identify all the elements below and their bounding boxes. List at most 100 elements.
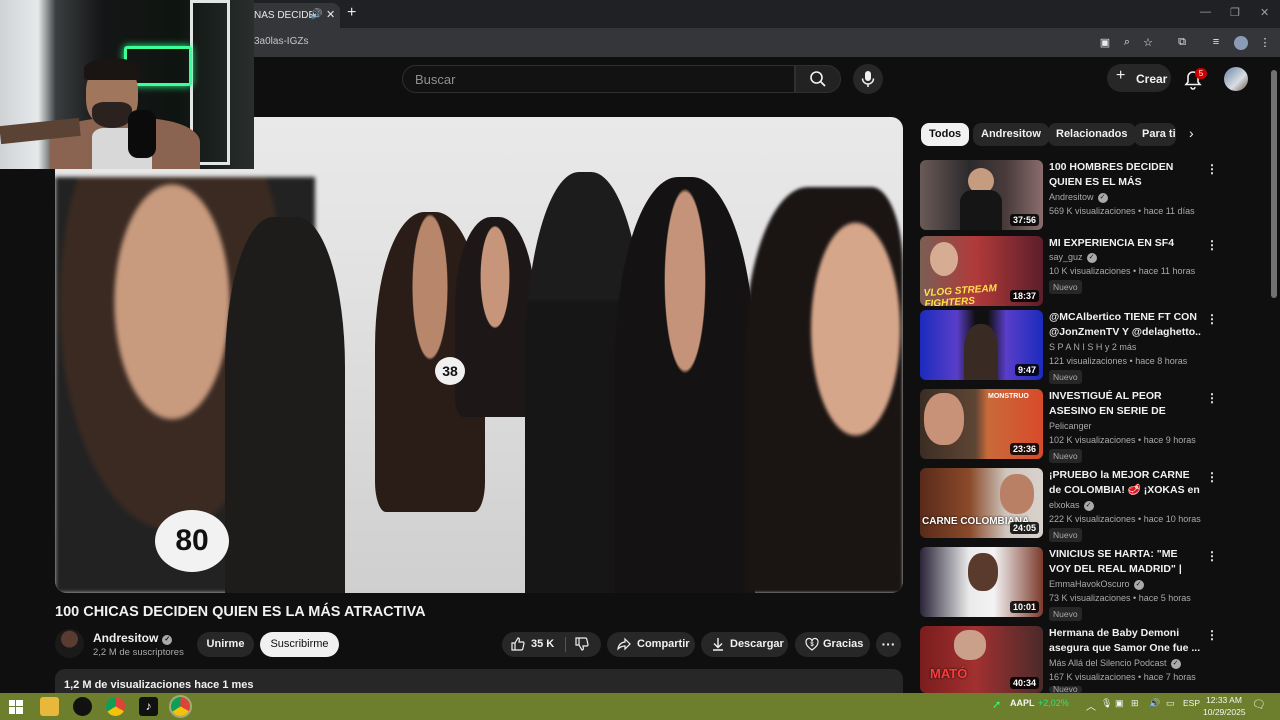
network-icon[interactable]: ⊞ [1131, 698, 1139, 709]
zoom-icon[interactable]: ⌕ [1120, 36, 1134, 50]
channel-label[interactable]: say_guz [1049, 252, 1083, 262]
more-actions-button[interactable]: ··· [876, 632, 901, 657]
recommendation-channel[interactable]: Andresitow ✓ [1049, 192, 1108, 203]
recommendation-channel[interactable]: Más Allá del Silencio Podcast ✓ [1049, 658, 1181, 669]
media-icon[interactable]: ≡ [1209, 36, 1223, 50]
video-thumbnail[interactable]: MONSTRUO 23:36 [920, 389, 1043, 459]
kebab-menu-icon[interactable]: ⋮ [1206, 628, 1218, 642]
video-thumbnail[interactable]: 10:01 [920, 547, 1043, 617]
windows-start-icon[interactable] [9, 700, 23, 714]
restore-icon[interactable]: ❐ [1230, 6, 1240, 19]
tab-close-icon[interactable]: ✕ [326, 8, 335, 21]
recommendation-title[interactable]: 100 HOMBRES DECIDEN QUIEN ES EL MÁS ATRA… [1049, 160, 1201, 189]
volume-icon[interactable]: 🔊 [1149, 698, 1160, 709]
video-thumbnail[interactable]: VLOG STREAM FIGHTERS 18:37 [920, 236, 1043, 306]
clock-time[interactable]: 12:33 AM [1206, 695, 1242, 705]
new-tab-icon[interactable]: + [347, 4, 356, 22]
recommendation-item[interactable]: 10:01 VINICIUS SE HARTA: "ME VOY DEL REA… [920, 547, 1220, 621]
recommendation-channel[interactable]: S P A N I S H y 2 más [1049, 342, 1136, 352]
views-and-date: 1,2 M de visualizaciones hace 1 mes [64, 679, 254, 691]
close-window-icon[interactable]: ✕ [1260, 6, 1269, 19]
like-dislike-group: 35 K [502, 632, 601, 657]
chrome-icon[interactable] [106, 697, 125, 716]
profile-icon[interactable] [1234, 36, 1248, 50]
channel-label[interactable]: Más Allá del Silencio Podcast [1049, 658, 1167, 668]
share-button[interactable]: Compartir [607, 632, 695, 657]
recommendation-channel[interactable]: say_guz ✓ [1049, 252, 1097, 263]
kebab-menu-icon[interactable]: ⋮ [1206, 470, 1218, 484]
recommendation-item[interactable]: 37:56 100 HOMBRES DECIDEN QUIEN ES EL MÁ… [920, 160, 1220, 232]
kebab-menu-icon[interactable]: ⋮ [1206, 549, 1218, 563]
chevron-right-icon[interactable]: › [1189, 125, 1194, 141]
microphone-tray-icon[interactable]: 🎙 [1101, 698, 1112, 709]
kebab-menu-icon[interactable]: ⋮ [1206, 312, 1218, 326]
dislike-icon[interactable] [574, 636, 590, 652]
recommendation-title[interactable]: Hermana de Baby Demoni asegura que Samor… [1049, 626, 1201, 655]
chip-todos[interactable]: Todos [921, 123, 970, 146]
search-button[interactable] [795, 65, 841, 93]
recommendation-item[interactable]: MONSTRUO 23:36 INVESTIGUÉ AL PEOR ASESIN… [920, 389, 1220, 463]
recommendation-item[interactable]: CARNE COLOMBIANA 24:05 ¡PRUEBO la MEJOR … [920, 468, 1220, 542]
recommendation-title[interactable]: MI EXPERIENCIA EN SF4 [1049, 236, 1201, 251]
video-thumbnail[interactable]: 9:47 [920, 310, 1043, 380]
chrome-active-icon[interactable] [169, 695, 192, 718]
browser-tab[interactable]: ÑAS DECIDEN Q 🔊 ✕ [246, 3, 340, 28]
recommendation-title[interactable]: VINICIUS SE HARTA: "ME VOY DEL REAL MADR… [1049, 547, 1201, 576]
tiktok-icon[interactable]: ♪ [139, 697, 158, 716]
tray-chevron-icon[interactable]: ︿ [1086, 698, 1096, 713]
recommendation-item[interactable]: 9:47 @MCAlbertico TIENE FT CON @JonZmenT… [920, 310, 1220, 384]
channel-avatar[interactable] [55, 629, 84, 658]
bookmark-star-icon[interactable]: ☆ [1141, 36, 1155, 50]
video-thumbnail[interactable]: MATÓ 40:34 [920, 626, 1043, 693]
thumbnail-face [968, 553, 998, 591]
recommendation-title[interactable]: INVESTIGUÉ AL PEOR ASESINO EN SERIE DE C… [1049, 389, 1201, 418]
extensions-icon[interactable]: ⧉ [1175, 36, 1189, 50]
language-indicator[interactable]: ESP [1183, 698, 1200, 708]
clock-date[interactable]: 10/29/2025 [1203, 707, 1246, 717]
chip-relacionados[interactable]: Relacionados [1048, 123, 1136, 146]
app-icon[interactable] [73, 697, 92, 716]
channel-name-row[interactable]: Andresitow ✓ [93, 631, 173, 645]
join-button[interactable]: Unirme [197, 632, 254, 657]
recommendation-channel[interactable]: EmmaHavokOscuro ✓ [1049, 579, 1144, 590]
channel-label[interactable]: elxokas [1049, 500, 1080, 510]
kebab-menu-icon[interactable]: ⋮ [1206, 162, 1218, 176]
recommendation-meta: 10 K visualizaciones • hace 11 horas [1049, 266, 1196, 276]
channel-label[interactable]: Andresitow [1049, 192, 1094, 202]
channel-label[interactable]: EmmaHavokOscuro [1049, 579, 1130, 589]
video-player[interactable]: 80 38 [55, 117, 903, 593]
browser-menu-icon[interactable]: ⋮ [1258, 36, 1272, 50]
tray-app-icon[interactable]: ▣ [1115, 698, 1124, 709]
chip-andresitow[interactable]: Andresitow [973, 123, 1049, 146]
video-thumbnail[interactable]: CARNE COLOMBIANA 24:05 [920, 468, 1043, 538]
stock-symbol[interactable]: AAPL [1010, 698, 1035, 708]
video-thumbnail[interactable]: 37:56 [920, 160, 1043, 230]
tab-audio-icon[interactable]: 🔊 [310, 9, 322, 20]
recommendation-channel[interactable]: Pelicanger [1049, 421, 1092, 431]
file-explorer-icon[interactable] [40, 697, 59, 716]
recommendation-item[interactable]: VLOG STREAM FIGHTERS 18:37 MI EXPERIENCI… [920, 236, 1220, 308]
recommendation-channel[interactable]: elxokas ✓ [1049, 500, 1094, 511]
url-text[interactable]: 3a0las-IGZs [254, 36, 308, 47]
recommendation-title[interactable]: ¡PRUEBO la MEJOR CARNE de COLOMBIA! 🥩 ¡X… [1049, 468, 1201, 497]
recommendation-title[interactable]: @MCAlbertico TIENE FT CON @JonZmenTV Y @… [1049, 310, 1201, 339]
thanks-button[interactable]: $ Gracias [795, 632, 870, 657]
notifications-center-icon[interactable]: 🗨 [1252, 698, 1266, 711]
minimize-icon[interactable]: — [1200, 6, 1211, 18]
kebab-menu-icon[interactable]: ⋮ [1206, 238, 1218, 252]
like-count[interactable]: 35 K [531, 638, 554, 650]
page-scrollbar[interactable] [1271, 70, 1277, 298]
battery-icon[interactable]: ▭ [1166, 698, 1175, 709]
cast-icon[interactable]: ▣ [1098, 36, 1112, 50]
chip-para-ti[interactable]: Para ti [1134, 123, 1176, 146]
recommendation-item[interactable]: MATÓ 40:34 Hermana de Baby Demoni asegur… [920, 626, 1220, 698]
kebab-menu-icon[interactable]: ⋮ [1206, 391, 1218, 405]
like-icon[interactable] [510, 636, 526, 652]
download-button[interactable]: Descargar [701, 632, 788, 657]
account-avatar[interactable] [1224, 67, 1248, 91]
subscribe-button[interactable]: Suscribirme [260, 632, 339, 657]
create-button[interactable]: + Crear [1107, 64, 1171, 92]
voice-search-button[interactable] [853, 64, 883, 94]
search-input[interactable] [403, 66, 794, 92]
channel-name[interactable]: Andresitow [93, 631, 158, 645]
